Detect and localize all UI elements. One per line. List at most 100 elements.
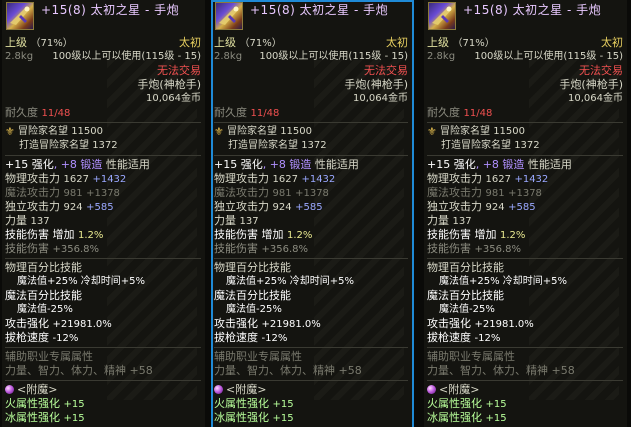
pct-skill-line2: 魔法值-25%: [427, 303, 627, 317]
durability-row: 耐久度 11/48: [427, 106, 627, 120]
reinforce-level: +15 强化: [214, 158, 263, 171]
ind-atk-row: 独立攻击力 924 +585: [5, 200, 205, 214]
forge-fame-value: 1372: [301, 140, 327, 151]
ind-atk-label: 独立攻击力: [214, 200, 269, 213]
item-type: 手炮(神枪手): [559, 78, 623, 91]
mag-pct-skill-header: 魔法百分比技能: [214, 289, 291, 302]
skill-damage-increase: 增加: [52, 228, 75, 241]
phys-atk-label: 物理攻击力: [427, 172, 482, 185]
support-line-row: 力量、智力、体力、精神 +58: [214, 364, 412, 378]
weight-label: 2.8kg: [5, 51, 34, 62]
item-tooltip-1: +15(8) 太初之星 - 手炮 上级 （71%） 太初 2.8kg 100级以…: [2, 0, 205, 427]
cooldown-increase: 冷却时间+5%: [80, 276, 146, 287]
orb-icon: [214, 385, 223, 394]
skill-damage-row: 技能伤害 增加 1.2%: [427, 228, 627, 242]
fire-label: 火属性强化: [5, 397, 60, 410]
support-header: 辅助职业专属属性: [5, 350, 93, 363]
item-tooltip-content: +15(8) 太初之星 - 手炮 上级 （71%） 太初 2.8kg 100级以…: [213, 2, 412, 427]
hand-cannon-icon[interactable]: [428, 2, 456, 30]
skill-damage-label: 技能伤害: [427, 228, 471, 241]
ice-row: 冰属性强化 +15: [214, 411, 412, 425]
attack-strength-row: 攻击强化 +21981.0%: [214, 317, 412, 331]
strength-value: 137: [30, 216, 50, 227]
attack-strength-row: 攻击强化 +21981.0%: [427, 317, 627, 331]
strength-value: 137: [452, 216, 472, 227]
hand-cannon-icon[interactable]: [6, 2, 34, 30]
sell-price: 10,064金币: [568, 93, 623, 104]
skill-damage-pct: 1.2%: [78, 230, 104, 241]
reinforce-level: +15 强化: [5, 158, 54, 171]
support-line-row: 力量、智力、体力、精神 +58: [427, 364, 627, 378]
draw-speed-label: 拔枪速度: [214, 331, 258, 344]
enchant-row: <附魔>: [214, 383, 412, 397]
attack-strength-value: +21981.0%: [474, 319, 534, 330]
phys-atk-bonus: +1432: [92, 174, 127, 185]
tooltip-header: +15(8) 太初之星 - 手炮: [214, 2, 412, 36]
strength-label: 力量: [5, 214, 27, 227]
hand-cannon-icon[interactable]: [215, 2, 243, 30]
level-requirement: 100级以上可以使用(115级 - 15): [259, 51, 408, 62]
ice-label: 冰属性强化: [5, 411, 60, 424]
skill-damage-total-row: 技能伤害 +356.8%: [427, 242, 627, 256]
draw-speed-label: 拔枪速度: [5, 331, 49, 344]
rarity-label: 太初: [386, 36, 408, 49]
grade-percent: （71%）: [30, 38, 73, 49]
skill-damage-row: 技能伤害 增加 1.2%: [214, 228, 412, 242]
support-stats: 力量、智力、体力、精神 +58: [5, 364, 153, 377]
mag-pct-skill-header: 魔法百分比技能: [427, 289, 504, 302]
reinforce-note: 性能适用: [102, 158, 150, 171]
phys-atk-row: 物理攻击力 1627 +1432: [214, 172, 412, 186]
support-stats: 力量、智力、体力、精神 +58: [214, 364, 362, 377]
mag-atk-label: 魔法攻击力: [5, 186, 60, 199]
crest-icon: ⚜: [5, 125, 15, 138]
grade-row: 上级 （71%） 太初: [214, 36, 412, 50]
item-tooltip-content: +15(8) 太初之星 - 手炮 上级 （71%） 太初 2.8kg 100级以…: [424, 0, 627, 427]
trade-restriction: 无法交易: [364, 64, 408, 77]
fire-row: 火属性强化 +15: [214, 397, 412, 411]
trade-row: 无法交易: [5, 64, 205, 78]
pct-skill-header-row: 物理百分比技能: [5, 261, 205, 275]
ice-label: 冰属性强化: [427, 411, 482, 424]
skill-damage-total-label: 技能伤害: [214, 242, 258, 255]
phys-pct-skill-header: 物理百分比技能: [5, 261, 82, 274]
fame-row: ⚜ 冒险家名望 11500: [5, 125, 205, 139]
draw-speed-value: -12%: [52, 333, 79, 344]
type-row: 手炮(神枪手): [214, 78, 412, 92]
strength-label: 力量: [427, 214, 449, 227]
ice-value: +15: [272, 413, 294, 424]
mag-atk-row: 魔法攻击力 981 +1378: [427, 186, 627, 200]
grade-row: 上级 （71%） 太初: [427, 36, 627, 50]
level-requirement: 100级以上可以使用(115级 - 15): [52, 51, 201, 62]
phys-atk-bonus: +1432: [514, 174, 549, 185]
forge-fame-label: 打造冒险家名望: [19, 140, 89, 151]
mp-decrease: 魔法值-25%: [226, 304, 282, 315]
ind-atk-label: 独立攻击力: [427, 200, 482, 213]
item-title: +15(8) 太初之星 - 手炮: [41, 3, 180, 17]
fame-value: 11500: [493, 126, 525, 137]
forge-level: , +8 锻造: [475, 158, 525, 171]
skill-damage-total: +356.8%: [261, 244, 309, 255]
skill-damage-row: 技能伤害 增加 1.2%: [5, 228, 205, 242]
fire-row: 火属性强化 +15: [427, 397, 627, 411]
forge-fame-value: 1372: [514, 140, 540, 151]
skill-damage-total: +356.8%: [474, 244, 522, 255]
strength-value: 137: [239, 216, 259, 227]
durability-value: 11/48: [463, 108, 493, 119]
mag-atk-row: 魔法攻击力 981 +1378: [5, 186, 205, 200]
ice-row: 冰属性强化 +15: [427, 411, 627, 425]
pct-skill-line2: 魔法值-25%: [214, 303, 412, 317]
requirement-row: 2.8kg 100级以上可以使用(115级 - 15): [214, 50, 412, 64]
ice-value: +15: [485, 413, 507, 424]
ice-value: +15: [63, 413, 85, 424]
fame-label: 冒险家名望: [18, 126, 68, 137]
draw-speed-value: -12%: [261, 333, 288, 344]
forge-fame-label: 打造冒险家名望: [228, 140, 298, 151]
fire-row: 火属性强化 +15: [5, 397, 205, 411]
trade-row: 无法交易: [427, 64, 627, 78]
forge-fame-row: 打造冒险家名望 1372: [214, 139, 412, 153]
skill-damage-pct: 1.2%: [500, 230, 526, 241]
support-stats: 力量、智力、体力、精神 +58: [427, 364, 575, 377]
fame-value: 11500: [280, 126, 312, 137]
pct-skill-line1: 魔法值+25% 冷却时间+5%: [214, 275, 412, 289]
skill-damage-label: 技能伤害: [5, 228, 49, 241]
